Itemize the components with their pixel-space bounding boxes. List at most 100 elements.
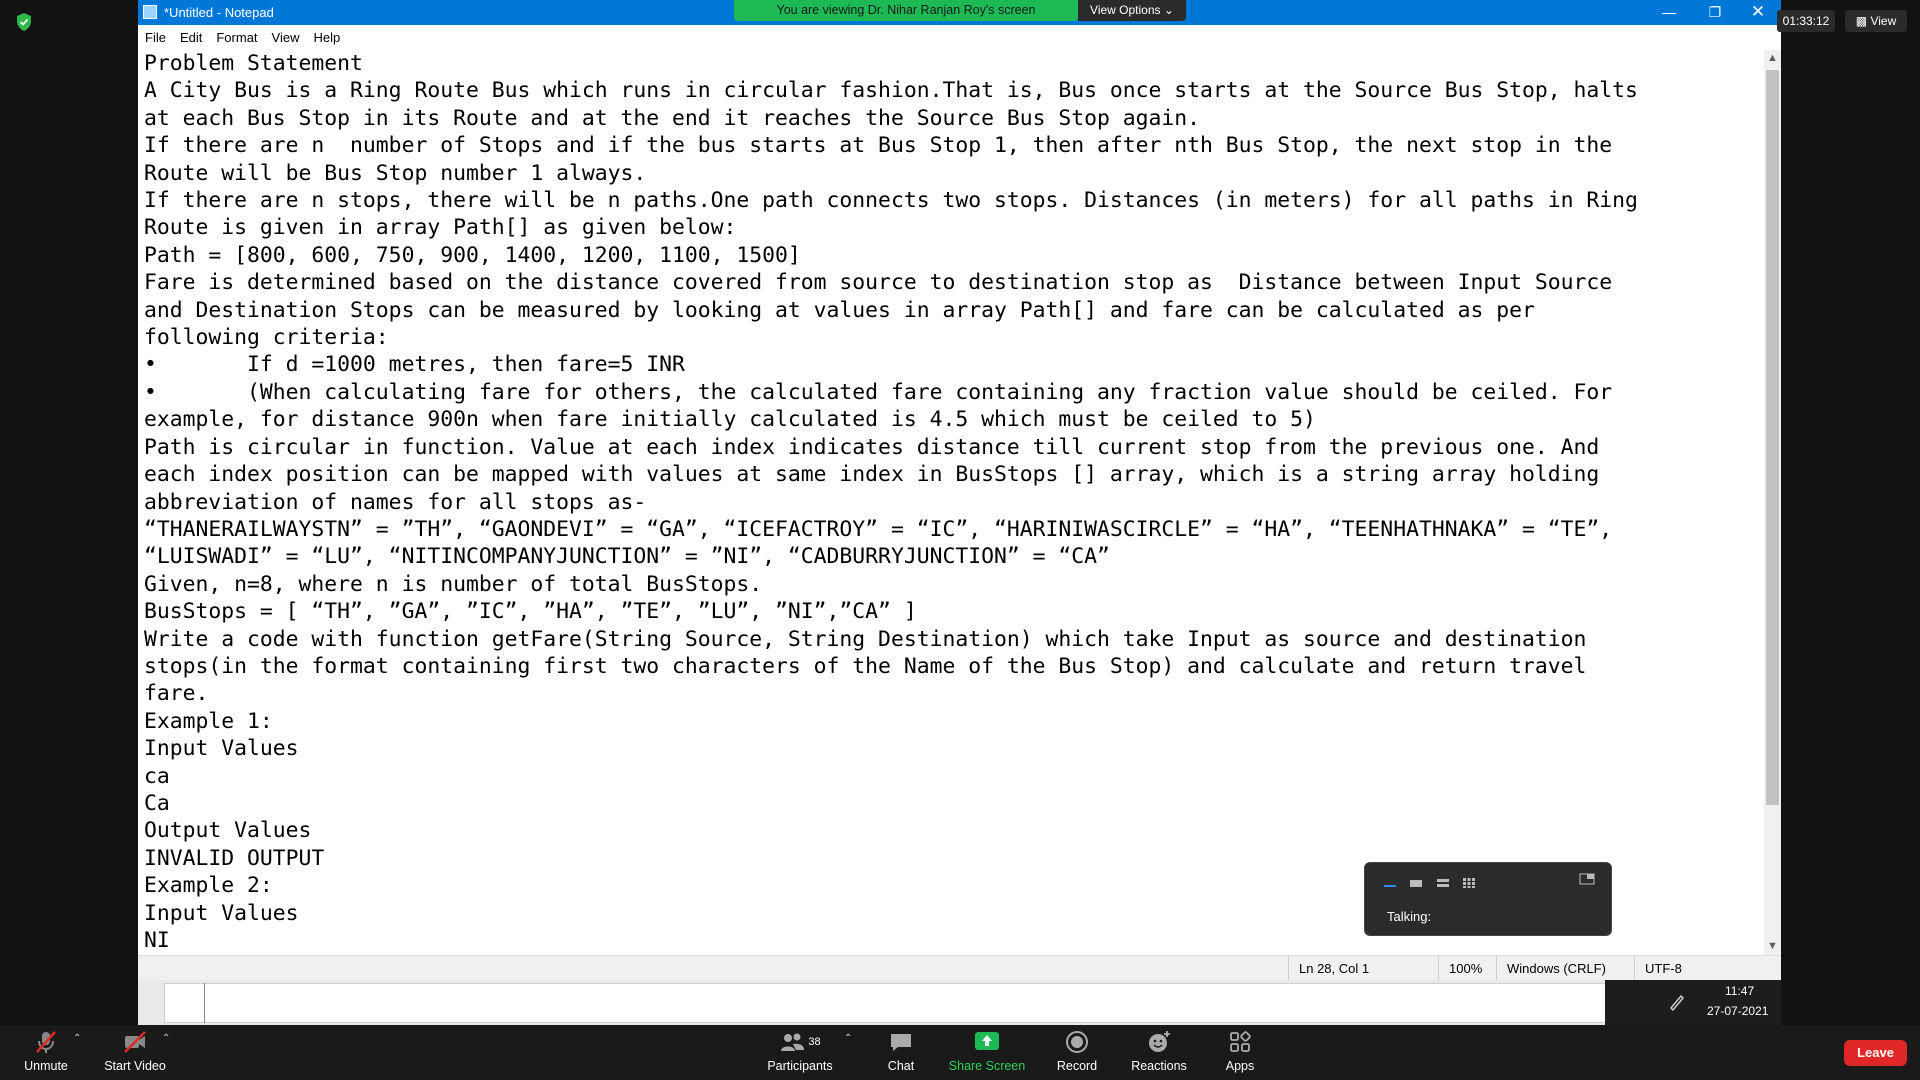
- chevron-down-icon: ⌄: [1163, 3, 1174, 17]
- status-bar: Ln 28, Col 1 100% Windows (CRLF) UTF-8: [138, 955, 1781, 981]
- participants-chevron-icon[interactable]: ⌃: [844, 1033, 852, 1044]
- apps-icon: [1230, 1031, 1251, 1052]
- window-title: *Untitled - Notepad: [164, 5, 274, 20]
- unmute-button[interactable]: Unmute: [20, 1029, 72, 1073]
- chat-icon: [891, 1034, 911, 1051]
- gallery-video-icon[interactable]: [1462, 878, 1476, 888]
- grid-view-icon: ▩: [1855, 14, 1868, 28]
- video-camera-off-icon: [124, 1031, 146, 1053]
- view-options-button[interactable]: View Options ⌄: [1078, 0, 1186, 21]
- scroll-down-icon[interactable]: ▼: [1764, 938, 1781, 955]
- text-line: “LUISWADI” = “LU”, “NITINCOMPANYJUNCTION…: [144, 544, 1110, 570]
- system-tray: 11:47 27-07-2021: [1605, 980, 1781, 1025]
- chat-label: Chat: [887, 1059, 915, 1073]
- video-options-chevron-icon[interactable]: ⌃: [162, 1033, 170, 1044]
- apps-button[interactable]: Apps: [1220, 1029, 1260, 1073]
- record-label: Record: [1056, 1059, 1098, 1073]
- reactions-label: Reactions: [1131, 1059, 1187, 1073]
- share-screen-button[interactable]: Share Screen: [946, 1029, 1028, 1073]
- text-line: If there are n stops, there will be n pa…: [144, 188, 1638, 214]
- chat-button[interactable]: Chat: [876, 1029, 926, 1073]
- apps-label: Apps: [1225, 1059, 1255, 1073]
- talking-label: Talking:: [1387, 909, 1432, 924]
- text-line: Input Values: [144, 736, 299, 762]
- close-icon[interactable]: ✕: [1735, 0, 1781, 25]
- record-icon: [1066, 1031, 1088, 1053]
- menu-format[interactable]: Format: [209, 26, 264, 48]
- text-line: BusStops = [ “TH”, ”GA”, ”IC”, ”HA”, ”TE…: [144, 599, 917, 625]
- meeting-timer: 01:33:12: [1777, 10, 1835, 32]
- text-line: Output Values: [144, 818, 312, 844]
- security-shield-icon[interactable]: [14, 12, 34, 32]
- participants-button[interactable]: 38 Participants: [762, 1029, 838, 1073]
- share-screen-icon: [975, 1032, 999, 1050]
- text-line: • If d =1000 metres, then fare=5 INR: [144, 352, 685, 378]
- scroll-up-icon[interactable]: ▲: [1764, 50, 1781, 67]
- menu-bar: File Edit Format View Help: [138, 26, 1781, 48]
- view-label: View: [1870, 14, 1897, 28]
- text-line: Path is circular in function. Value at e…: [144, 434, 1600, 460]
- text-line: Problem Statement: [144, 51, 363, 76]
- share-screen-label: Share Screen: [948, 1059, 1026, 1073]
- text-line: fare.: [144, 681, 209, 707]
- zoom-level: 100%: [1438, 956, 1496, 981]
- start-video-label: Start Video: [104, 1059, 166, 1073]
- minimize-video-icon[interactable]: [1383, 878, 1397, 888]
- text-line: A City Bus is a Ring Route Bus which run…: [144, 78, 1638, 104]
- shared-taskbar: [138, 980, 1781, 1025]
- menu-file[interactable]: File: [138, 26, 173, 48]
- start-video-button[interactable]: Start Video: [100, 1029, 170, 1073]
- exit-fullscreen-icon[interactable]: [1579, 873, 1595, 885]
- text-line: each index position can be mapped with v…: [144, 462, 1600, 488]
- text-line: ca: [144, 763, 170, 789]
- menu-help[interactable]: Help: [306, 26, 347, 48]
- participants-count: 38: [808, 1036, 821, 1048]
- text-line: at each Bus Stop in its Route and at the…: [144, 105, 1201, 131]
- clock-date: 27-07-2021: [1707, 1004, 1769, 1018]
- talking-panel: Talking:: [1364, 862, 1612, 936]
- text-line: and Destination Stops can be measured by…: [144, 297, 1535, 323]
- text-editor-area[interactable]: Problem Statement A City Bus is a Ring Ro…: [144, 50, 1754, 955]
- text-line: example, for distance 900n when fare ini…: [144, 407, 1316, 433]
- vertical-scrollbar[interactable]: ▲ ▼: [1764, 50, 1781, 955]
- minimize-icon[interactable]: —: [1646, 0, 1692, 25]
- taskbar-divider: [204, 983, 205, 1023]
- text-line: Example 1:: [144, 708, 273, 734]
- menu-edit[interactable]: Edit: [173, 26, 209, 48]
- encoding: UTF-8: [1634, 956, 1781, 981]
- leave-button[interactable]: Leave: [1844, 1040, 1907, 1066]
- clock-time: 11:47: [1725, 984, 1755, 998]
- text-line: • (When calculating fare for others, the…: [144, 379, 1613, 405]
- reactions-button[interactable]: Reactions: [1128, 1029, 1190, 1073]
- single-video-icon[interactable]: [1409, 878, 1423, 888]
- audio-options-chevron-icon[interactable]: ⌃: [73, 1033, 81, 1044]
- reactions-icon: [1149, 1031, 1170, 1052]
- notepad-window: *Untitled - Notepad — ❐ ✕ File Edit Format…: [138, 0, 1781, 981]
- text-line: stops(in the format containing first two…: [144, 653, 1587, 679]
- screen-share-banner: You are viewing Dr. Nihar Ranjan Roy's s…: [734, 0, 1078, 21]
- text-line: Route is given in array Path[] as given …: [144, 215, 737, 241]
- record-button[interactable]: Record: [1051, 1029, 1103, 1073]
- scrollbar-thumb[interactable]: [1766, 70, 1779, 805]
- text-line: Given, n=8, where n is number of total B…: [144, 571, 763, 597]
- text-line: Fare is determined based on the distance…: [144, 270, 1613, 296]
- view-button[interactable]: ▩ View: [1845, 10, 1907, 32]
- participants-label: Participants: [767, 1059, 833, 1073]
- taskbar-search-box[interactable]: [164, 983, 1724, 1023]
- notepad-app-icon[interactable]: [143, 5, 157, 19]
- unmute-label: Unmute: [24, 1059, 68, 1073]
- microphone-muted-icon: [36, 1031, 56, 1053]
- strip-video-icon[interactable]: [1436, 878, 1450, 888]
- zoom-toolbar: Unmute ⌃ Start Video ⌃ 38 Participants ⌃…: [0, 1025, 1920, 1080]
- text-line: Write a code with function getFare(Strin…: [144, 626, 1587, 652]
- text-line: abbreviation of names for all stops as-: [144, 489, 647, 515]
- text-line: following criteria:: [144, 325, 389, 351]
- participants-icon: [781, 1033, 805, 1051]
- text-line: “THANERAILWAYSTN” = ”TH”, “GAONDEVI” = “…: [144, 516, 1613, 542]
- line-ending: Windows (CRLF): [1496, 956, 1634, 981]
- text-line: Route will be Bus Stop number 1 always.: [144, 160, 647, 186]
- menu-view[interactable]: View: [265, 26, 307, 48]
- text-line: Ca: [144, 790, 170, 816]
- restore-icon[interactable]: ❐: [1692, 0, 1738, 25]
- pen-icon[interactable]: [1667, 992, 1687, 1012]
